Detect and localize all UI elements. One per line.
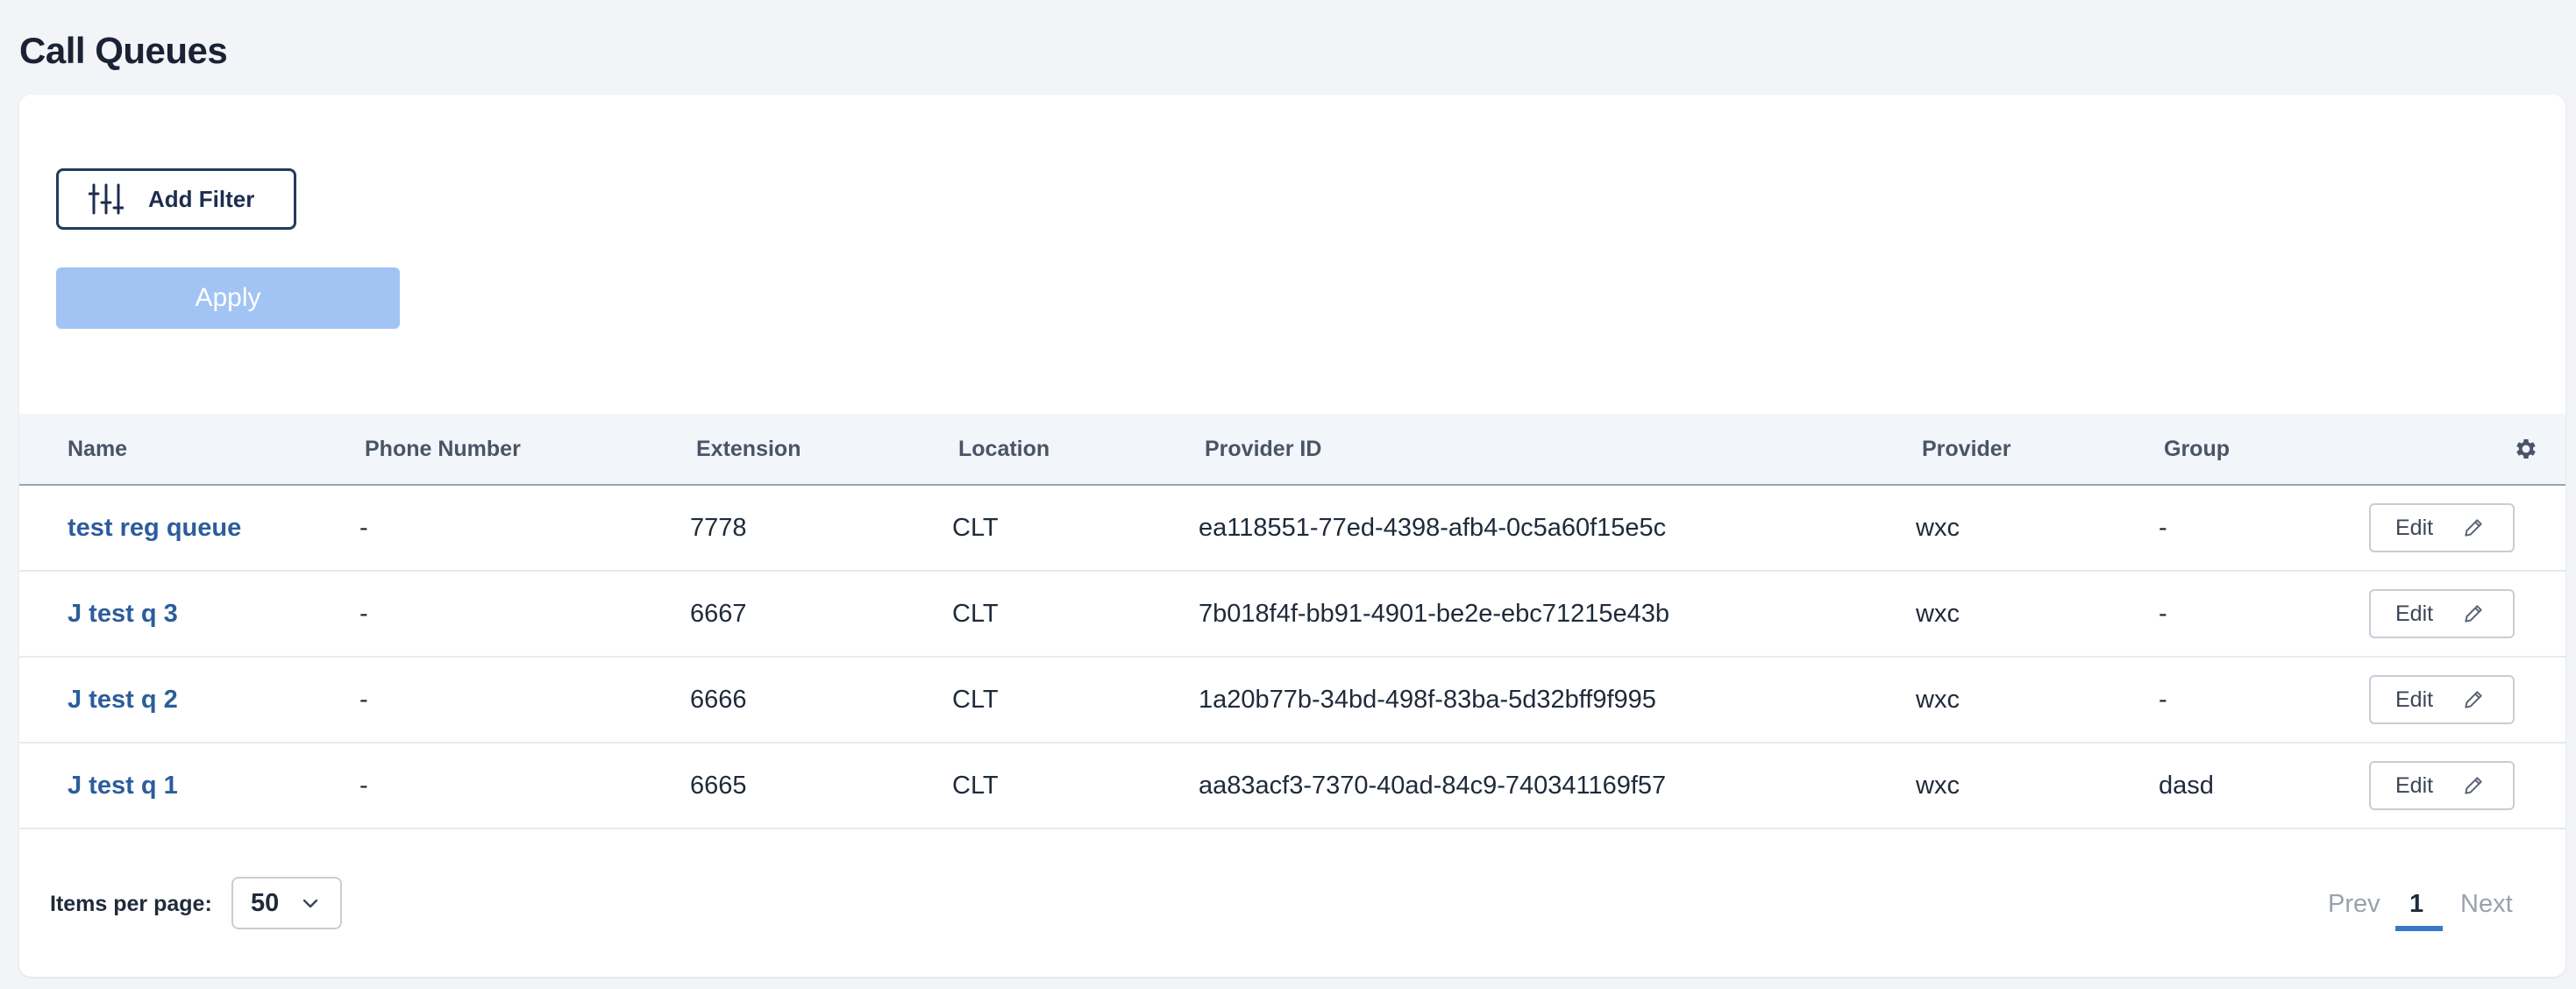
queue-name-link[interactable]: J test q 2	[68, 658, 178, 742]
edit-label: Edit	[2395, 515, 2434, 540]
prev-page-button[interactable]: Prev	[2328, 831, 2380, 977]
pencil-icon	[2465, 605, 2482, 623]
edit-button[interactable]: Edit	[2369, 761, 2515, 810]
location-cell: CLT	[952, 600, 999, 628]
items-per-page-select[interactable]: 50	[231, 877, 342, 929]
sliders-icon	[89, 183, 124, 215]
chevron-down-icon	[302, 899, 318, 908]
provider-id-cell: 7b018f4f-bb91-4901-be2e-ebc71215e43b	[1199, 600, 1669, 628]
table-header: Name Phone Number Extension Location Pro…	[19, 414, 2565, 486]
extension-cell: 6665	[690, 772, 747, 800]
pencil-icon	[2465, 519, 2482, 537]
edit-label: Edit	[2395, 601, 2434, 626]
gear-icon[interactable]	[2513, 436, 2539, 462]
provider-cell: wxc	[1916, 772, 1960, 800]
page-title: Call Queues	[19, 30, 228, 71]
group-cell: -	[2159, 686, 2167, 714]
phone-number-cell: -	[359, 772, 368, 800]
edit-label: Edit	[2395, 687, 2434, 712]
table-row: test reg queue - 7778 CLT ea118551-77ed-…	[19, 486, 2565, 572]
queue-name-link[interactable]: test reg queue	[68, 486, 241, 570]
group-cell: -	[2159, 514, 2167, 542]
extension-cell: 6666	[690, 686, 747, 714]
column-header-provider[interactable]: Provider	[1922, 414, 2010, 484]
items-per-page-value: 50	[251, 888, 280, 917]
column-header-name[interactable]: Name	[68, 414, 127, 484]
queue-name-link[interactable]: J test q 3	[68, 572, 178, 656]
table-footer: Items per page: 50 Prev 1 Next	[19, 831, 2565, 977]
provider-id-cell: ea118551-77ed-4398-afb4-0c5a60f15e5c	[1199, 514, 1667, 542]
next-page-button[interactable]: Next	[2460, 831, 2513, 977]
column-header-extension[interactable]: Extension	[696, 414, 801, 484]
page-1-button[interactable]: 1	[2409, 831, 2423, 977]
edit-button[interactable]: Edit	[2369, 503, 2515, 552]
call-queues-table: Name Phone Number Extension Location Pro…	[19, 414, 2565, 829]
provider-cell: wxc	[1916, 600, 1960, 628]
add-filter-label: Add Filter	[148, 185, 255, 212]
phone-number-cell: -	[359, 686, 368, 714]
queue-name-link[interactable]: J test q 1	[68, 744, 178, 828]
table-row: J test q 3 - 6667 CLT 7b018f4f-bb91-4901…	[19, 572, 2565, 658]
phone-number-cell: -	[359, 514, 368, 542]
extension-cell: 7778	[690, 514, 747, 542]
phone-number-cell: -	[359, 600, 368, 628]
column-header-provider-id[interactable]: Provider ID	[1205, 414, 1321, 484]
pencil-icon	[2465, 691, 2482, 708]
call-queues-card: Add Filter Apply Name Phone Number Exten…	[19, 95, 2565, 977]
table-row: J test q 2 - 6666 CLT 1a20b77b-34bd-498f…	[19, 658, 2565, 744]
column-header-phone-number[interactable]: Phone Number	[365, 414, 521, 484]
edit-button[interactable]: Edit	[2369, 589, 2515, 638]
extension-cell: 6667	[690, 600, 747, 628]
location-cell: CLT	[952, 514, 999, 542]
column-header-location[interactable]: Location	[958, 414, 1050, 484]
provider-id-cell: aa83acf3-7370-40ad-84c9-740341169f57	[1199, 772, 1667, 800]
add-filter-button[interactable]: Add Filter	[56, 168, 296, 230]
location-cell: CLT	[952, 686, 999, 714]
provider-id-cell: 1a20b77b-34bd-498f-83ba-5d32bff9f995	[1199, 686, 1656, 714]
current-page-indicator	[2395, 926, 2443, 931]
provider-cell: wxc	[1916, 514, 1960, 542]
items-per-page-label: Items per page:	[50, 892, 212, 916]
table-row: J test q 1 - 6665 CLT aa83acf3-7370-40ad…	[19, 744, 2565, 829]
edit-label: Edit	[2395, 772, 2434, 798]
group-cell: -	[2159, 600, 2167, 628]
apply-button[interactable]: Apply	[56, 267, 400, 329]
provider-cell: wxc	[1916, 686, 1960, 714]
edit-button[interactable]: Edit	[2369, 675, 2515, 724]
location-cell: CLT	[952, 772, 999, 800]
group-cell: dasd	[2159, 772, 2214, 800]
pencil-icon	[2465, 777, 2482, 794]
column-header-group[interactable]: Group	[2164, 414, 2230, 484]
